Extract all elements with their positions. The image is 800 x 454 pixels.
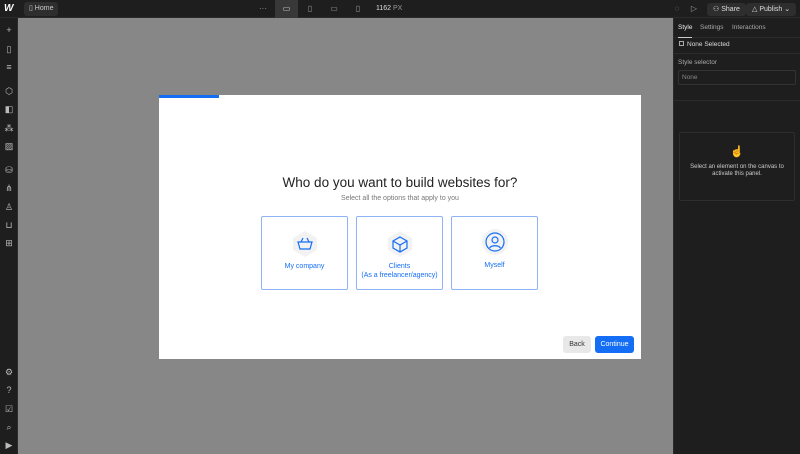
user-icon: ⚇ bbox=[713, 6, 722, 13]
desktop-breakpoint-icon[interactable]: ▭ bbox=[275, 0, 298, 18]
option-my-company[interactable]: My company bbox=[261, 216, 348, 290]
right-panel: Style Settings Interactions None Selecte… bbox=[673, 18, 800, 454]
add-icon[interactable]: + bbox=[0, 24, 18, 36]
variables-icon[interactable]: ⁂ bbox=[0, 122, 18, 134]
users-icon[interactable]: ♙ bbox=[0, 201, 18, 213]
publish-button[interactable]: △ Publish ⌄ bbox=[746, 3, 797, 16]
mobile-landscape-breakpoint-icon[interactable]: ▭ bbox=[324, 0, 344, 18]
left-toolbar: + ▯ ≡ ⬡ ◧ ⁂ ▨ ⛁ ⋔ ♙ ⊔ ⊞ ⚙ ? ☑ ⌕ ▶ bbox=[0, 18, 18, 454]
chevron-down-icon: ⌄ bbox=[782, 6, 791, 13]
video-icon[interactable]: ▶ bbox=[0, 439, 18, 451]
option-myself[interactable]: Myself bbox=[451, 216, 538, 290]
navigator-icon[interactable]: ≡ bbox=[0, 61, 18, 73]
audit-icon[interactable]: ☑ bbox=[0, 403, 18, 415]
option-label: Clients (As a freelancer/agency) bbox=[361, 263, 438, 279]
logic-icon[interactable]: ⋔ bbox=[0, 182, 18, 194]
back-button[interactable]: Back bbox=[563, 336, 591, 353]
webflow-logo[interactable]: W bbox=[4, 3, 13, 14]
more-button[interactable]: ··· bbox=[254, 0, 272, 18]
continue-button[interactable]: Continue bbox=[595, 336, 634, 353]
share-button[interactable]: ⚇ Share bbox=[707, 3, 746, 16]
assets-icon[interactable]: ▨ bbox=[0, 140, 18, 152]
tab-interactions[interactable]: Interactions bbox=[732, 18, 766, 38]
settings-icon[interactable]: ⚙ bbox=[0, 366, 18, 378]
mobile-portrait-breakpoint-icon[interactable]: ▯ bbox=[348, 0, 368, 18]
canvas-width: 1162 PX bbox=[376, 5, 403, 12]
comments-icon[interactable]: ◌ bbox=[670, 0, 684, 18]
basket-icon bbox=[293, 231, 317, 257]
checkbox-icon bbox=[679, 41, 684, 46]
option-label: My company bbox=[284, 263, 325, 270]
onboarding-dialog: Who do you want to build websites for? S… bbox=[159, 95, 641, 359]
page-selector[interactable]: ▯ Home bbox=[24, 2, 59, 16]
user-icon bbox=[482, 229, 508, 255]
tab-style[interactable]: Style bbox=[678, 18, 693, 38]
apps-icon[interactable]: ⊞ bbox=[0, 237, 18, 249]
top-bar: W ▯ Home ··· ▭ ▯ ▭ ▯ 1162 PX ◌ ▷ ⚇ Share… bbox=[0, 0, 800, 18]
tablet-breakpoint-icon[interactable]: ▯ bbox=[300, 0, 320, 18]
styles-icon[interactable]: ◧ bbox=[0, 103, 18, 115]
pages-icon[interactable]: ▯ bbox=[0, 43, 18, 55]
help-icon[interactable]: ? bbox=[0, 384, 18, 396]
selection-row: None Selected bbox=[674, 38, 800, 54]
option-clients[interactable]: Clients (As a freelancer/agency) bbox=[356, 216, 443, 290]
components-icon[interactable]: ⬡ bbox=[0, 85, 18, 97]
dialog-subtitle: Select all the options that apply to you bbox=[341, 195, 459, 202]
tab-settings[interactable]: Settings bbox=[700, 18, 724, 38]
ecommerce-icon[interactable]: ⊔ bbox=[0, 219, 18, 231]
empty-state: ☝ Select an element on the canvas to act… bbox=[679, 132, 795, 201]
search-icon[interactable]: ⌕ bbox=[0, 421, 18, 433]
style-selector-label: Style selector bbox=[678, 59, 718, 66]
progress-bar bbox=[159, 95, 220, 98]
pointer-click-icon: ☝ bbox=[730, 146, 744, 158]
dialog-title: Who do you want to build websites for? bbox=[282, 175, 518, 190]
preview-play-icon[interactable]: ▷ bbox=[688, 0, 700, 18]
style-selector-input[interactable]: None bbox=[678, 70, 796, 85]
cms-icon[interactable]: ⛁ bbox=[0, 164, 18, 176]
option-label: Myself bbox=[484, 262, 505, 269]
box-icon bbox=[388, 231, 412, 257]
empty-message: Select an element on the canvas to activ… bbox=[690, 164, 784, 177]
